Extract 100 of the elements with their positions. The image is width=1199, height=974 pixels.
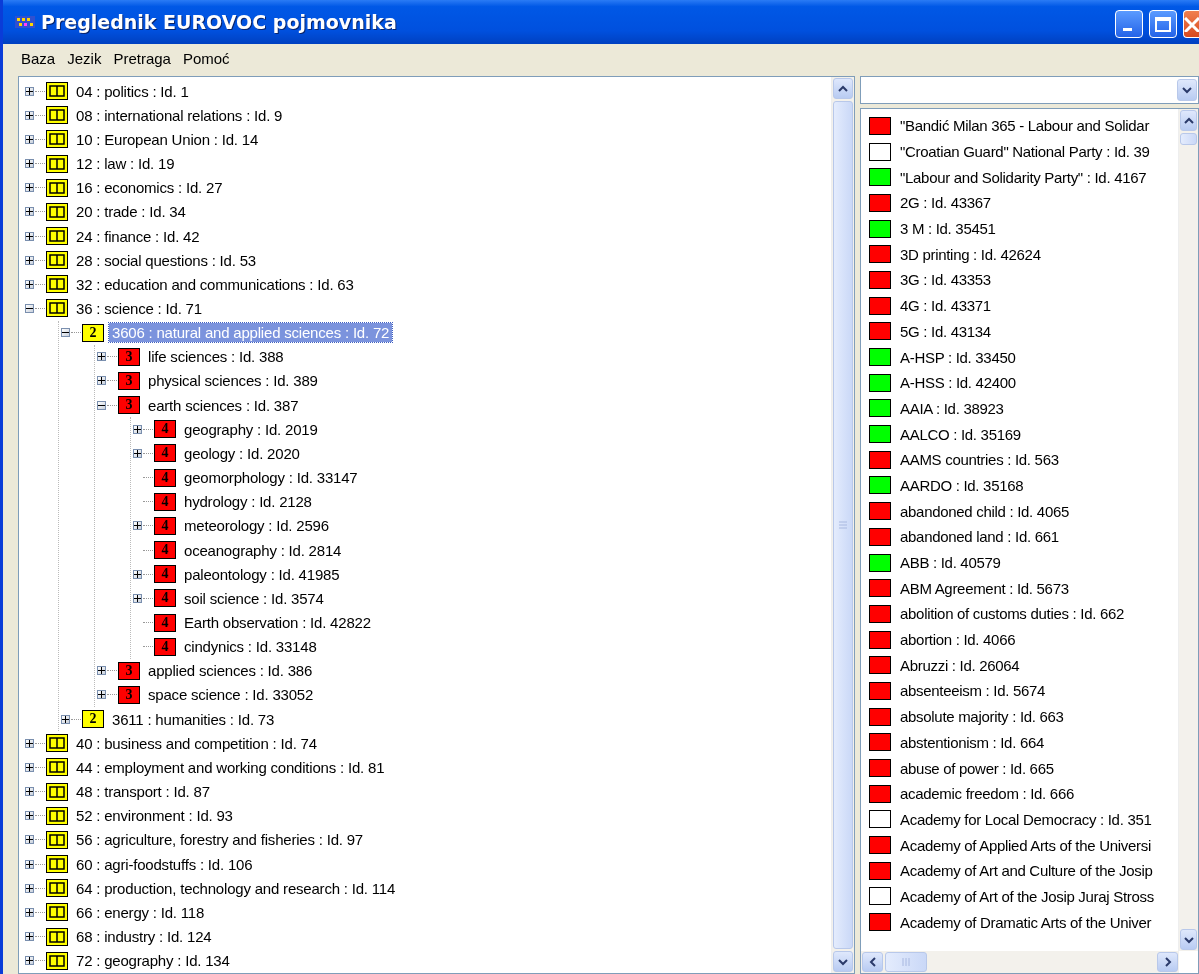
expand-button[interactable]	[61, 714, 70, 724]
term-label[interactable]: abandoned child : Id. 4065	[900, 502, 1069, 520]
term-label[interactable]: abandoned land : Id. 661	[900, 528, 1059, 546]
scroll-right-button[interactable]	[1157, 952, 1178, 972]
vertical-scrollbar[interactable]	[831, 77, 854, 973]
minimize-button[interactable]	[1115, 10, 1143, 38]
term-label[interactable]: "Bandić Milan 365 - Labour and Solidar	[900, 117, 1150, 135]
term-label[interactable]: ABB : Id. 40579	[900, 554, 1001, 572]
expand-button[interactable]	[25, 279, 34, 289]
expand-button[interactable]	[25, 738, 34, 748]
expand-button[interactable]	[25, 207, 34, 217]
expand-button[interactable]	[97, 690, 106, 700]
tree-item-label[interactable]: physical sciences : Id. 389	[145, 371, 321, 391]
tree-item-label[interactable]: soil science : Id. 3574	[181, 588, 327, 608]
tree-item-label[interactable]: 20 : trade : Id. 34	[73, 202, 189, 222]
expand-button[interactable]	[133, 593, 142, 603]
expand-button[interactable]	[25, 859, 34, 869]
expand-button[interactable]	[133, 448, 142, 458]
tree-item-label[interactable]: 08 : international relations : Id. 9	[73, 105, 286, 125]
term-label[interactable]: Academy of Dramatic Arts of the Univer	[900, 913, 1152, 931]
tree-item-label[interactable]: 44 : employment and working conditions : Id. 81	[73, 757, 388, 777]
term-label[interactable]: absenteeism : Id. 5674	[900, 682, 1046, 700]
tree-item-label[interactable]: 72 : geography : Id. 134	[73, 951, 233, 971]
tree-item-label[interactable]: 10 : European Union : Id. 14	[73, 129, 262, 149]
tree-item-label[interactable]: 16 : economics : Id. 27	[73, 178, 226, 198]
collapse-button[interactable]	[25, 304, 34, 313]
term-label[interactable]: AALCO : Id. 35169	[900, 425, 1021, 443]
scroll-thumb[interactable]	[833, 101, 853, 949]
tree-item-label[interactable]: oceanography : Id. 2814	[181, 540, 345, 560]
tree-item-label[interactable]: earth sciences : Id. 387	[145, 395, 302, 415]
menu-item[interactable]: Pomoć	[176, 49, 236, 67]
expand-button[interactable]	[25, 835, 34, 845]
term-label[interactable]: abuse of power : Id. 665	[900, 759, 1054, 777]
expand-button[interactable]	[25, 134, 34, 144]
tree-item-label[interactable]: geology : Id. 2020	[181, 443, 303, 463]
maximize-button[interactable]	[1149, 10, 1177, 38]
term-label[interactable]: A-HSP : Id. 33450	[900, 348, 1016, 366]
term-label[interactable]: Academy of Art of the Josip Juraj Stross	[900, 887, 1154, 905]
expand-button[interactable]	[133, 424, 142, 434]
expand-button[interactable]	[25, 811, 34, 821]
expand-button[interactable]	[133, 569, 142, 579]
expand-button[interactable]	[25, 86, 34, 96]
expand-button[interactable]	[25, 231, 34, 241]
expand-button[interactable]	[25, 159, 34, 169]
term-label[interactable]: 2G : Id. 43367	[900, 194, 991, 212]
term-label[interactable]: AARDO : Id. 35168	[900, 476, 1024, 494]
expand-button[interactable]	[25, 183, 34, 193]
scroll-left-button[interactable]	[862, 952, 883, 972]
term-label[interactable]: 5G : Id. 43134	[900, 322, 991, 340]
term-label[interactable]: Academy for Local Democracy : Id. 351	[900, 810, 1152, 828]
vertical-scrollbar[interactable]	[1178, 109, 1198, 951]
term-label[interactable]: 3G : Id. 43353	[900, 271, 991, 289]
scroll-down-button[interactable]	[833, 951, 853, 972]
close-button[interactable]	[1183, 10, 1199, 38]
tree-item-label[interactable]: 56 : agriculture, forestry and fisheries : Id. 97	[73, 830, 366, 850]
menu-item[interactable]: Baza	[15, 49, 62, 67]
tree-item-label[interactable]: cindynics : Id. 33148	[181, 637, 320, 657]
tree-item-label[interactable]: 64 : production, technology and research : Id. 114	[73, 878, 399, 898]
term-label[interactable]: abolition of customs duties : Id. 662	[900, 605, 1125, 623]
tree-item-label[interactable]: 60 : agri-foodstuffs : Id. 106	[73, 854, 256, 874]
tree-item-label[interactable]: 48 : transport : Id. 87	[73, 782, 213, 802]
tree-item-label[interactable]: 32 : education and communications : Id. 63	[73, 274, 357, 294]
scroll-up-button[interactable]	[833, 78, 853, 99]
scroll-thumb[interactable]	[885, 952, 927, 972]
expand-button[interactable]	[25, 787, 34, 797]
expand-button[interactable]	[97, 352, 106, 362]
expand-button[interactable]	[25, 932, 34, 942]
term-label[interactable]: A-HSS : Id. 42400	[900, 374, 1016, 392]
term-label[interactable]: Abruzzi : Id. 26064	[900, 656, 1020, 674]
tree-item-label[interactable]: 04 : politics : Id. 1	[73, 81, 192, 101]
dropdown-button[interactable]	[1177, 79, 1197, 101]
tree-item-label[interactable]: meteorology : Id. 2596	[181, 516, 332, 536]
search-combobox[interactable]	[860, 76, 1199, 104]
tree-item-label[interactable]: space science : Id. 33052	[145, 685, 317, 705]
term-label[interactable]: AAMS countries : Id. 563	[900, 451, 1059, 469]
tree-item-label[interactable]: hydrology : Id. 2128	[181, 492, 315, 512]
tree-item-label[interactable]: applied sciences : Id. 386	[145, 661, 316, 681]
term-label[interactable]: 3 M : Id. 35451	[900, 220, 996, 238]
expand-button[interactable]	[25, 907, 34, 917]
tree-item-label[interactable]: 28 : social questions : Id. 53	[73, 250, 259, 270]
scroll-down-button[interactable]	[1180, 929, 1197, 950]
term-label[interactable]: 4G : Id. 43371	[900, 297, 991, 315]
term-label[interactable]: absolute majority : Id. 663	[900, 708, 1064, 726]
scroll-thumb[interactable]	[1180, 133, 1197, 145]
tree-item-label[interactable]: 24 : finance : Id. 42	[73, 226, 203, 246]
collapse-button[interactable]	[61, 328, 70, 338]
expand-button[interactable]	[25, 110, 34, 120]
term-label[interactable]: academic freedom : Id. 666	[900, 785, 1074, 803]
menu-item[interactable]: Pretraga	[107, 49, 177, 67]
tree-item-label[interactable]: life sciences : Id. 388	[145, 347, 287, 367]
tree-item-label[interactable]: 68 : industry : Id. 124	[73, 927, 215, 947]
tree-item-label[interactable]: geomorphology : Id. 33147	[181, 468, 361, 488]
term-label[interactable]: "Croatian Guard" National Party : Id. 39	[900, 143, 1150, 161]
term-label[interactable]: Academy of Applied Arts of the Universi	[900, 836, 1151, 854]
tree-item-label[interactable]: 40 : business and competition : Id. 74	[73, 733, 320, 753]
term-label[interactable]: "Labour and Solidarity Party" : Id. 4167	[900, 168, 1147, 186]
term-label[interactable]: AAIA : Id. 38923	[900, 399, 1004, 417]
expand-button[interactable]	[25, 956, 34, 966]
tree-item-label[interactable]: 66 : energy : Id. 118	[73, 902, 208, 922]
menu-item[interactable]: Jezik	[61, 49, 108, 67]
